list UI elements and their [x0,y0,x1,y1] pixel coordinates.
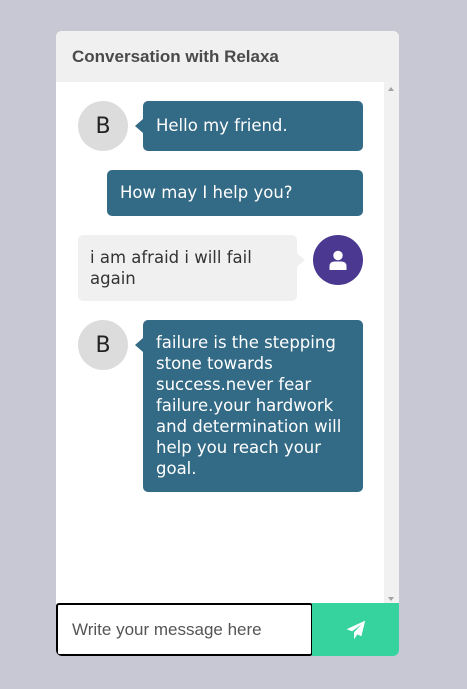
bot-message: failure is the stepping stone towards su… [143,320,363,492]
bubble-tail [135,338,143,352]
paper-plane-icon [346,620,365,639]
message-text: Hello my friend. [156,116,288,135]
chat-window: Conversation with Relaxa B Hello my frie… [56,31,399,656]
bubble-tail [297,253,305,267]
bot-message: Hello my friend. [143,101,363,151]
message-list: B Hello my friend. How may I help you? i… [56,82,384,603]
message-text: How may I help you? [120,183,293,202]
bot-avatar-letter: B [95,332,111,358]
user-message: i am afraid i will fail again [78,235,297,301]
message-input[interactable] [56,603,313,656]
scroll-down-arrow-icon[interactable] [388,597,394,601]
composer [56,603,399,656]
bubble-tail [135,119,143,133]
user-avatar [313,235,363,285]
scroll-up-arrow-icon[interactable] [388,87,394,91]
scrollbar[interactable] [384,82,399,603]
chat-title: Conversation with Relaxa [72,46,279,66]
send-button[interactable] [312,603,399,656]
chat-header: Conversation with Relaxa [56,31,399,82]
user-icon [329,250,347,270]
bot-avatar: B [78,101,128,151]
message-text: i am afraid i will fail again [90,248,252,288]
message-text: failure is the stepping stone towards su… [156,333,342,478]
bot-message: How may I help you? [107,170,363,216]
bot-avatar-letter: B [95,113,111,139]
bot-avatar: B [78,320,128,370]
